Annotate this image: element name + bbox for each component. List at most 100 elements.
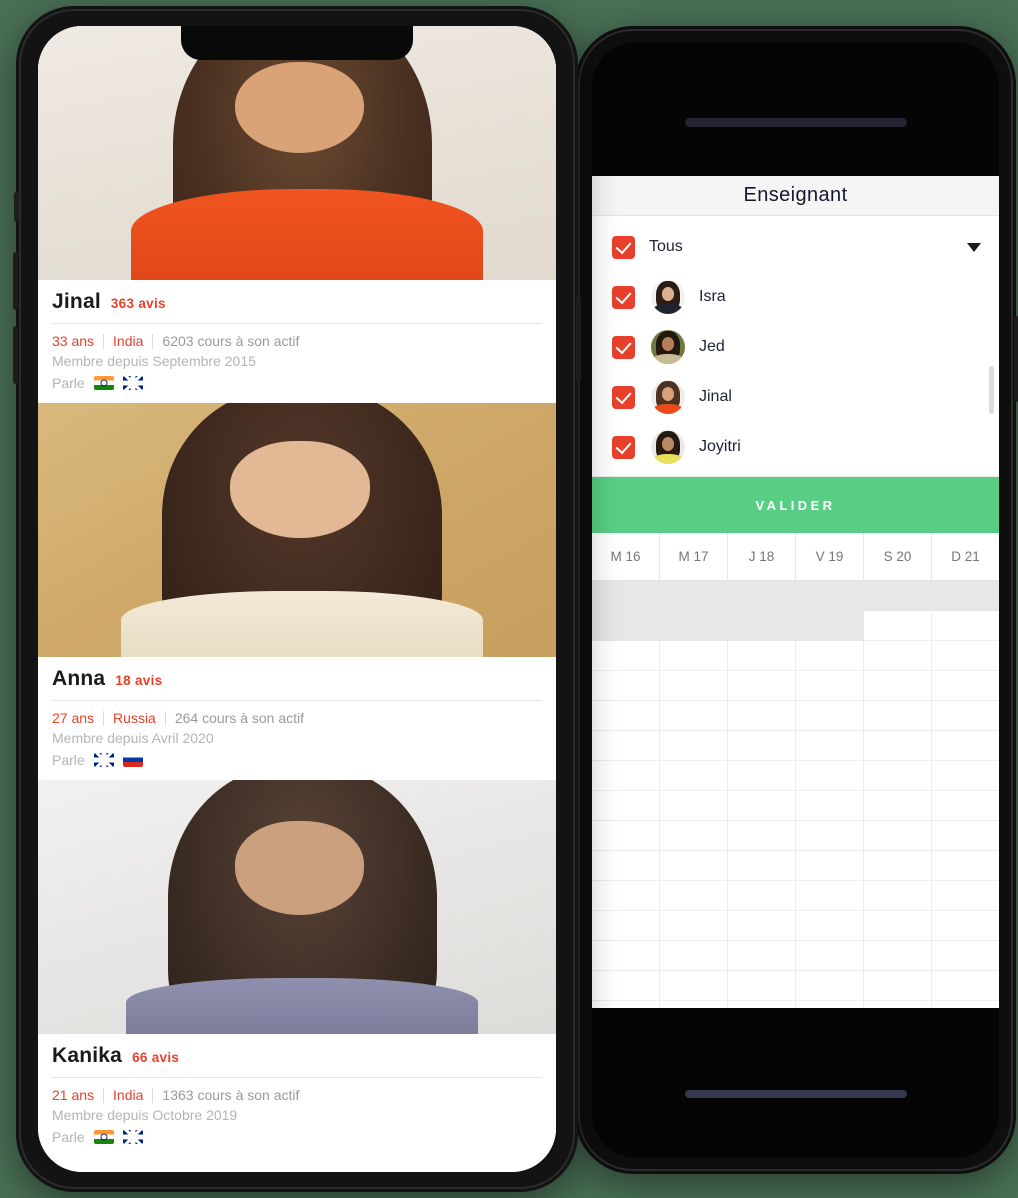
calendar-slot-free[interactable] — [728, 941, 796, 971]
calendar-slot-free[interactable] — [592, 1001, 660, 1008]
volume-up-button[interactable] — [13, 252, 18, 310]
calendar-slot-free[interactable] — [796, 671, 864, 701]
day-header-cell[interactable]: D 21 — [932, 533, 999, 580]
calendar-slot-free[interactable] — [932, 851, 999, 881]
home-indicator-bar[interactable] — [684, 1090, 907, 1098]
calendar-slot-free[interactable] — [932, 971, 999, 1001]
calendar-slot-free[interactable] — [660, 911, 728, 941]
calendar-slot-free[interactable] — [728, 671, 796, 701]
calendar-slot-free[interactable] — [728, 761, 796, 791]
calendar-slot-free[interactable] — [592, 851, 660, 881]
calendar-slot-free[interactable] — [660, 671, 728, 701]
calendar-slot-free[interactable] — [864, 1001, 932, 1008]
teacher-card[interactable]: Jinal 363 avis 33 ans India 6203 cours à… — [38, 26, 556, 403]
power-button-right[interactable] — [1014, 316, 1018, 402]
calendar-slot-free[interactable] — [592, 821, 660, 851]
validate-button[interactable]: VALIDER — [592, 477, 999, 533]
teacher-row-isra[interactable]: Isra — [592, 272, 999, 322]
calendar-slot-free[interactable] — [864, 731, 932, 761]
calendar-slot-free[interactable] — [660, 701, 728, 731]
calendar-slot-free[interactable] — [864, 611, 932, 641]
calendar-slot-free[interactable] — [660, 1001, 728, 1008]
checkbox-checked-icon[interactable] — [612, 335, 635, 359]
calendar-slot-free[interactable] — [864, 821, 932, 851]
calendar-slot-free[interactable] — [796, 941, 864, 971]
calendar-slot-free[interactable] — [592, 731, 660, 761]
calendar-slot-free[interactable] — [796, 851, 864, 881]
calendar-slot-free[interactable] — [728, 851, 796, 881]
day-header-cell[interactable]: M 17 — [660, 533, 728, 580]
calendar-slot-free[interactable] — [728, 881, 796, 911]
calendar-slot-free[interactable] — [864, 971, 932, 1001]
calendar-slot-free[interactable] — [592, 761, 660, 791]
scrollbar-thumb[interactable] — [989, 366, 994, 414]
calendar-slot-free[interactable] — [592, 881, 660, 911]
calendar-slot-free[interactable] — [932, 641, 999, 671]
calendar-slot-free[interactable] — [728, 731, 796, 761]
calendar-slot-free[interactable] — [660, 731, 728, 761]
calendar-slot-free[interactable] — [592, 701, 660, 731]
calendar-slot-free[interactable] — [592, 671, 660, 701]
day-header-cell[interactable]: V 19 — [796, 533, 864, 580]
calendar-slot-free[interactable] — [592, 911, 660, 941]
calendar-slot-free[interactable] — [796, 701, 864, 731]
calendar-slot-free[interactable] — [864, 701, 932, 731]
day-header-cell[interactable]: M 16 — [592, 533, 660, 580]
day-header-cell[interactable]: S 20 — [864, 533, 932, 580]
calendar-slot-free[interactable] — [592, 791, 660, 821]
calendar-slot-free[interactable] — [796, 881, 864, 911]
calendar-slot-free[interactable] — [660, 641, 728, 671]
power-button-left[interactable] — [576, 296, 581, 382]
calendar-slot-free[interactable] — [660, 851, 728, 881]
calendar-slot-free[interactable] — [864, 641, 932, 671]
calendar-slot-free[interactable] — [728, 821, 796, 851]
mute-switch[interactable] — [14, 192, 19, 222]
calendar-slot-free[interactable] — [932, 941, 999, 971]
calendar-slot-free[interactable] — [796, 1001, 864, 1008]
checkbox-checked-icon[interactable] — [612, 285, 635, 309]
calendar-slot-free[interactable] — [932, 701, 999, 731]
calendar-slot-free[interactable] — [932, 671, 999, 701]
calendar-slot-free[interactable] — [932, 911, 999, 941]
volume-down-button[interactable] — [13, 326, 18, 384]
calendar-slot-free[interactable] — [932, 881, 999, 911]
calendar-slot-free[interactable] — [728, 911, 796, 941]
calendar-slot-free[interactable] — [864, 881, 932, 911]
teacher-card[interactable]: Anna 18 avis 27 ans Russia 264 cours à s… — [38, 403, 556, 780]
teacher-row-jinal[interactable]: Jinal — [592, 372, 999, 422]
calendar-slot-free[interactable] — [932, 731, 999, 761]
calendar-slot-free[interactable] — [864, 941, 932, 971]
checkbox-checked-icon[interactable] — [612, 385, 635, 409]
teacher-card[interactable]: Kanika 66 avis 21 ans India 1363 cours à… — [38, 780, 556, 1157]
calendar-slot-grid[interactable] — [592, 581, 999, 1008]
calendar-slot-free[interactable] — [728, 791, 796, 821]
calendar-slot-free[interactable] — [864, 791, 932, 821]
calendar-slot-free[interactable] — [932, 821, 999, 851]
calendar-slot-free[interactable] — [796, 791, 864, 821]
calendar-slot-free[interactable] — [796, 911, 864, 941]
calendar-slot-free[interactable] — [796, 641, 864, 671]
calendar-slot-free[interactable] — [796, 821, 864, 851]
calendar-slot-free[interactable] — [728, 641, 796, 671]
calendar-slot-free[interactable] — [864, 761, 932, 791]
calendar-slot-free[interactable] — [660, 881, 728, 911]
checkbox-checked-icon[interactable] — [612, 435, 635, 459]
calendar-slot-free[interactable] — [864, 851, 932, 881]
calendar-slot-free[interactable] — [660, 821, 728, 851]
teacher-row-joyitri[interactable]: Joyitri — [592, 422, 999, 472]
checkbox-checked-icon[interactable] — [612, 235, 635, 259]
calendar-slot-free[interactable] — [932, 611, 999, 641]
calendar-slot-free[interactable] — [932, 1001, 999, 1008]
calendar-slot-free[interactable] — [796, 761, 864, 791]
calendar-slot-free[interactable] — [592, 941, 660, 971]
day-header-cell[interactable]: J 18 — [728, 533, 796, 580]
calendar-slot-free[interactable] — [660, 791, 728, 821]
teacher-row-jed[interactable]: Jed — [592, 322, 999, 372]
calendar-slot-free[interactable] — [592, 641, 660, 671]
calendar-slot-free[interactable] — [932, 761, 999, 791]
calendar-slot-free[interactable] — [728, 971, 796, 1001]
calendar-slot-free[interactable] — [864, 911, 932, 941]
calendar-slot-free[interactable] — [660, 941, 728, 971]
select-all-row[interactable]: Tous — [592, 222, 999, 272]
calendar-slot-free[interactable] — [728, 1001, 796, 1008]
